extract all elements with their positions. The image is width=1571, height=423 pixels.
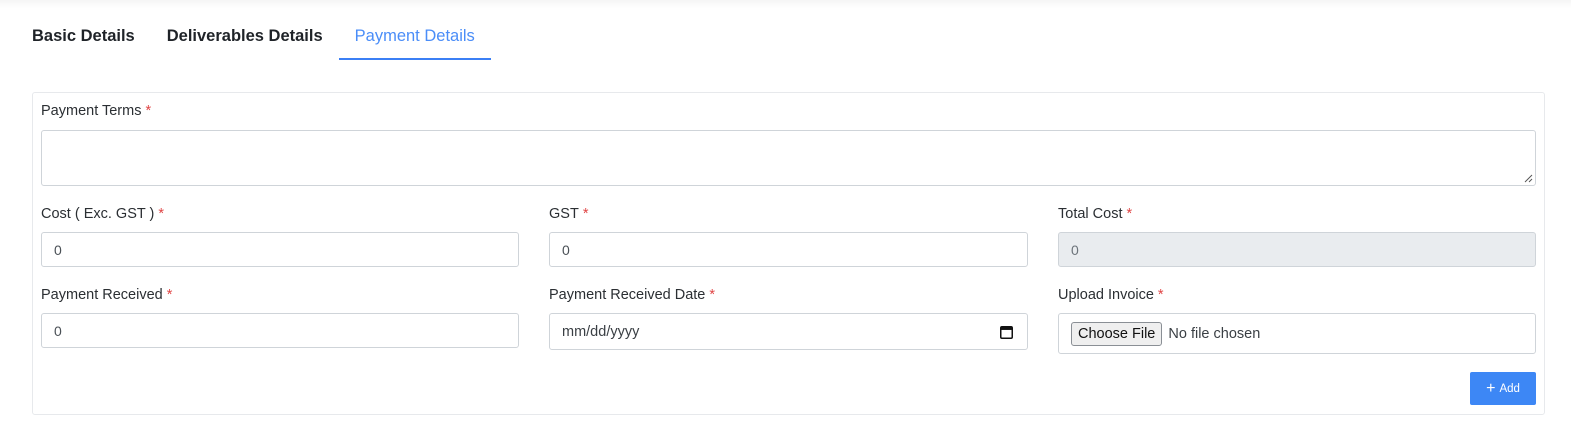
tab-basic-details[interactable]: Basic Details [16, 18, 151, 60]
required-mark: * [709, 287, 716, 303]
upload-invoice-label: Upload Invoice * [1058, 287, 1164, 303]
total-cost-input: 0 [1058, 232, 1536, 267]
gst-label-text: GST [549, 206, 579, 222]
required-mark: * [582, 206, 589, 222]
payment-terms-textarea[interactable] [41, 130, 1536, 186]
required-mark: * [1157, 287, 1164, 303]
total-cost-label: Total Cost * [1058, 206, 1132, 222]
cost-label-text: Cost ( Exc. GST ) [41, 206, 155, 222]
payment-terms-label: Payment Terms * [41, 103, 151, 119]
gst-input[interactable]: 0 [549, 232, 1028, 267]
payment-received-label: Payment Received * [41, 287, 172, 303]
required-mark: * [166, 287, 173, 303]
payment-received-date-label-text: Payment Received Date [549, 287, 706, 303]
required-mark: * [145, 103, 152, 119]
payment-details-card: Payment Terms * Cost ( Exc. GST ) * 0 GST *… [32, 92, 1545, 415]
add-button-label: Add [1499, 382, 1520, 395]
gst-input-value: 0 [562, 241, 570, 258]
tab-payment-details[interactable]: Payment Details [338, 18, 491, 60]
resize-handle-icon[interactable] [1524, 174, 1533, 183]
upload-invoice-label-text: Upload Invoice [1058, 287, 1154, 303]
calendar-icon[interactable] [1000, 325, 1013, 339]
payment-received-label-text: Payment Received [41, 287, 163, 303]
choose-file-button[interactable]: Choose File [1071, 321, 1163, 346]
gst-label: GST * [549, 206, 588, 222]
file-status-text: No file chosen [1168, 325, 1261, 342]
total-cost-label-text: Total Cost [1058, 206, 1123, 222]
add-button[interactable]: + Add [1470, 372, 1536, 405]
top-shadow [0, 0, 1571, 8]
upload-invoice-input[interactable]: Choose File No file chosen [1058, 313, 1536, 354]
required-mark: * [158, 206, 164, 222]
payment-received-date-label: Payment Received Date * [549, 287, 715, 303]
cost-input[interactable]: 0 [41, 232, 519, 267]
payment-received-date-input[interactable]: mm/dd/yyyy [549, 313, 1028, 350]
tab-bar: Basic Details Deliverables Details Payme… [16, 18, 491, 60]
total-cost-input-value: 0 [1071, 241, 1079, 258]
required-mark: * [1126, 206, 1133, 222]
payment-terms-label-text: Payment Terms [41, 103, 142, 119]
cost-input-value: 0 [54, 241, 62, 258]
tab-deliverables-details[interactable]: Deliverables Details [151, 18, 339, 60]
plus-icon: + [1486, 379, 1496, 397]
payment-received-input[interactable]: 0 [41, 313, 519, 348]
date-placeholder: mm/dd/yyyy [562, 323, 640, 340]
payment-received-input-value: 0 [54, 322, 62, 339]
cost-label: Cost ( Exc. GST ) * [41, 206, 164, 222]
